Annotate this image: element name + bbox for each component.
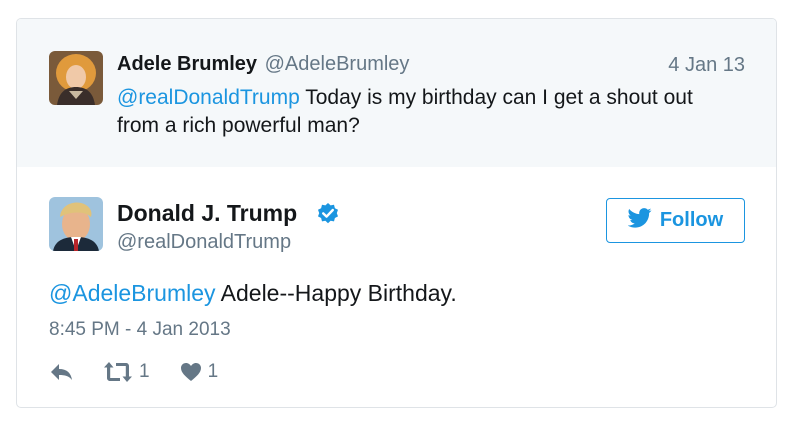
- retweet-count: 1: [139, 361, 150, 382]
- reply-icon: [49, 362, 75, 382]
- tweet-text: @AdeleBrumley Adele--Happy Birthday.: [49, 278, 457, 308]
- parent-date[interactable]: 4 Jan 13: [668, 54, 745, 77]
- tweet-text-body: Adele--Happy Birthday.: [215, 280, 457, 306]
- author-name[interactable]: Donald J. Trump: [117, 199, 297, 227]
- tweet-timestamp[interactable]: 8:45 PM - 4 Jan 2013: [49, 318, 231, 342]
- avatar-adele[interactable]: [49, 51, 103, 105]
- author-handle[interactable]: @realDonaldTrump: [117, 230, 291, 254]
- heart-icon: [180, 362, 202, 382]
- like-button[interactable]: 1: [180, 361, 219, 383]
- tweet-card: Adele Brumley @AdeleBrumley 4 Jan 13 @re…: [16, 18, 777, 408]
- parent-header: Adele Brumley @AdeleBrumley: [117, 52, 409, 76]
- parent-author-name[interactable]: Adele Brumley: [117, 53, 257, 75]
- parent-author-handle[interactable]: @AdeleBrumley: [265, 53, 410, 75]
- follow-button[interactable]: Follow: [606, 198, 745, 243]
- avatar-trump[interactable]: [49, 197, 103, 251]
- reply-button[interactable]: [49, 362, 75, 382]
- mention-link[interactable]: @AdeleBrumley: [49, 280, 216, 306]
- verified-badge-icon: [316, 202, 340, 226]
- tweet-actions: 1 1: [49, 359, 218, 385]
- twitter-bird-icon: [627, 207, 652, 234]
- parent-mention-link[interactable]: @realDonaldTrump: [117, 86, 300, 109]
- follow-button-label: Follow: [659, 209, 724, 231]
- retweet-button[interactable]: 1: [103, 361, 150, 383]
- like-count: 1: [207, 361, 219, 382]
- retweet-icon: [103, 361, 133, 383]
- parent-tweet[interactable]: Adele Brumley @AdeleBrumley 4 Jan 13 @re…: [17, 19, 776, 167]
- parent-tweet-text: @realDonaldTrump Today is my birthday ca…: [117, 84, 727, 140]
